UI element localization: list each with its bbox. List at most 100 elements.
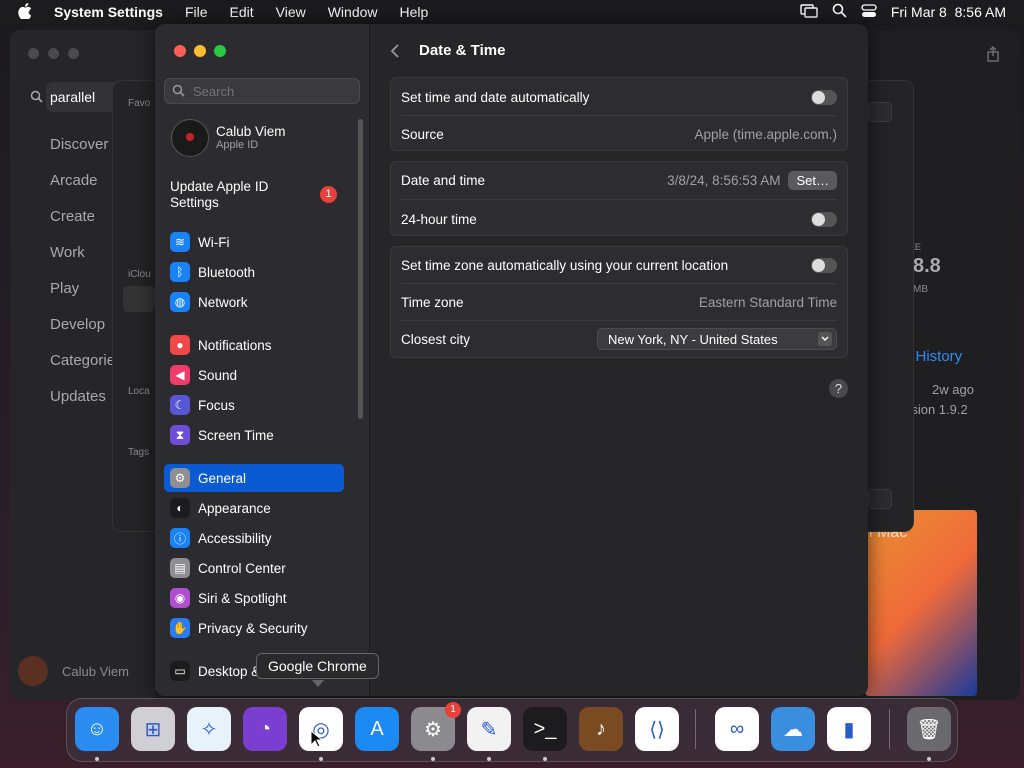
system-settings-icon[interactable]: ⚙ 1 bbox=[411, 702, 461, 751]
bg-nav-create[interactable]: Create bbox=[50, 208, 95, 225]
window-minimize-button[interactable] bbox=[48, 48, 59, 59]
weather-icon[interactable]: ☁ bbox=[771, 707, 815, 751]
menu-bar: System Settings File Edit View Window He… bbox=[0, 0, 1024, 24]
back-chevron-icon[interactable] bbox=[390, 43, 400, 62]
control-center-menu-icon[interactable] bbox=[861, 3, 877, 21]
chevron-down-icon bbox=[818, 332, 832, 346]
trash-icon[interactable]: 🗑 bbox=[907, 707, 951, 751]
sidebar-item-sound[interactable]: ◀ Sound bbox=[164, 361, 344, 389]
firefox-icon[interactable]: ◔ bbox=[243, 707, 287, 751]
help-menu[interactable]: Help bbox=[389, 4, 440, 20]
vscode-icon[interactable]: ⟨⟩ bbox=[635, 707, 679, 751]
tz-auto-toggle[interactable] bbox=[811, 257, 837, 273]
set-auto-label: Set time and date automatically bbox=[401, 89, 590, 105]
window-menu[interactable]: Window bbox=[317, 4, 389, 20]
divider bbox=[401, 199, 837, 200]
zoom-button[interactable] bbox=[214, 45, 226, 57]
source-row: Source Apple (time.apple.com.) bbox=[401, 125, 837, 143]
share-icon[interactable] bbox=[986, 46, 1000, 65]
bg-nav-discover[interactable]: Discover bbox=[50, 136, 108, 153]
apple-menu-icon[interactable] bbox=[0, 2, 43, 22]
app-menu[interactable]: System Settings bbox=[43, 4, 174, 20]
settings-sidebar: Calub Viem Apple ID Update Apple ID Sett… bbox=[155, 24, 370, 696]
sidebar-item-label: Control Center bbox=[198, 560, 286, 576]
system-settings-window: Calub Viem Apple ID Update Apple ID Sett… bbox=[155, 24, 868, 696]
running-indicator bbox=[543, 757, 547, 761]
background-search-value: parallel bbox=[50, 89, 96, 105]
file-menu[interactable]: File bbox=[174, 4, 219, 20]
page-title: Date & Time bbox=[419, 42, 506, 59]
bg-nav-updates[interactable]: Updates bbox=[50, 388, 106, 405]
tooltip-arrow bbox=[312, 680, 324, 687]
garageband-icon[interactable]: ♪ bbox=[579, 707, 623, 751]
size-unit: MB bbox=[913, 284, 928, 295]
sidebar-item-control-center[interactable]: ▤ Control Center bbox=[164, 554, 344, 582]
edit-menu[interactable]: Edit bbox=[219, 4, 265, 20]
parallels-icon[interactable]: ▮ bbox=[827, 707, 871, 751]
spotlight-search-icon[interactable] bbox=[832, 3, 847, 21]
running-indicator bbox=[95, 757, 99, 761]
safari-icon[interactable]: ✧ bbox=[187, 707, 231, 751]
sidebar-item-bluetooth[interactable]: ᛒ Bluetooth bbox=[164, 258, 344, 286]
set-auto-toggle[interactable] bbox=[811, 89, 837, 105]
time-zone-card: Set time zone automatically using your c… bbox=[390, 246, 848, 358]
search-input[interactable] bbox=[191, 83, 355, 100]
update-apple-id-item[interactable]: Update Apple ID Settings bbox=[170, 179, 300, 211]
window-close-button[interactable] bbox=[28, 48, 39, 59]
finder-button[interactable] bbox=[868, 489, 892, 509]
minimize-button[interactable] bbox=[194, 45, 206, 57]
finder-field[interactable] bbox=[868, 102, 892, 122]
sidebar-search[interactable] bbox=[164, 78, 360, 104]
avatar[interactable] bbox=[18, 656, 48, 686]
finder-icon[interactable]: ☺ bbox=[75, 707, 119, 751]
close-button[interactable] bbox=[174, 45, 186, 57]
view-menu[interactable]: View bbox=[265, 4, 317, 20]
sidebar-item-siri-spotlight[interactable]: ◉ Siri & Spotlight bbox=[164, 584, 344, 612]
help-button[interactable]: ? bbox=[829, 379, 848, 398]
running-indicator bbox=[487, 757, 491, 761]
sidebar-item-privacy-security[interactable]: ✋ Privacy & Security bbox=[164, 614, 344, 642]
moon-icon: ☾ bbox=[170, 395, 190, 415]
sidebar-item-general[interactable]: ⚙ General bbox=[164, 464, 344, 492]
divider bbox=[401, 115, 837, 116]
tz-label: Time zone bbox=[401, 294, 464, 310]
screen-mirroring-icon[interactable] bbox=[800, 3, 818, 21]
set-date-time-button[interactable]: Set… bbox=[788, 170, 837, 190]
terminal-icon[interactable]: >_ bbox=[523, 707, 567, 751]
hour24-toggle[interactable] bbox=[811, 211, 837, 227]
sidebar-item-accessibility[interactable]: ⓘ Accessibility bbox=[164, 524, 344, 552]
closest-city-label: Closest city bbox=[401, 331, 471, 347]
source-value: Apple (time.apple.com.) bbox=[694, 126, 837, 142]
divider bbox=[401, 283, 837, 284]
sidebar-item-focus[interactable]: ☾ Focus bbox=[164, 391, 344, 419]
sidebar-item-network[interactable]: ◍ Network bbox=[164, 288, 344, 316]
sidebar-item-appearance[interactable]: ◐ Appearance bbox=[164, 494, 344, 522]
bg-nav-develop[interactable]: Develop bbox=[50, 316, 105, 333]
app-store-icon[interactable]: A bbox=[355, 707, 399, 751]
bg-nav-play[interactable]: Play bbox=[50, 280, 79, 297]
apple-id-avatar[interactable] bbox=[171, 119, 209, 157]
globe-icon: ◍ bbox=[170, 292, 190, 312]
launchpad-icon[interactable]: ⊞ bbox=[131, 707, 175, 751]
sidebar-item-label: Notifications bbox=[198, 337, 272, 353]
accessibility-icon: ⓘ bbox=[170, 528, 190, 548]
sidebar-item-label: Privacy & Security bbox=[198, 620, 308, 636]
app-preview-image: l Mac bbox=[865, 510, 977, 696]
textedit-icon[interactable]: ✎ bbox=[467, 707, 511, 751]
sidebar-item-wi-fi[interactable]: ≋ Wi-Fi bbox=[164, 228, 344, 256]
menu-clock[interactable]: Fri Mar 8 8:56 AM bbox=[891, 4, 1006, 20]
sidebar-item-screen-time[interactable]: ⧗ Screen Time bbox=[164, 421, 344, 449]
locations-section: Loca bbox=[128, 386, 150, 397]
account-subtitle: Apple ID bbox=[216, 139, 259, 151]
source-label: Source bbox=[401, 126, 444, 142]
hourglass-icon: ⧗ bbox=[170, 425, 190, 445]
bg-nav-work[interactable]: Work bbox=[50, 244, 85, 261]
sidebar-item-notifications[interactable]: ● Notifications bbox=[164, 331, 344, 359]
account-name[interactable]: Calub Viem bbox=[216, 124, 286, 139]
visual-studio-icon[interactable]: ∞ bbox=[715, 707, 759, 751]
window-zoom-button[interactable] bbox=[68, 48, 79, 59]
set-auto-row: Set time and date automatically bbox=[401, 88, 837, 106]
closest-city-select[interactable]: New York, NY - United States bbox=[597, 328, 837, 350]
bg-nav-arcade[interactable]: Arcade bbox=[50, 172, 98, 189]
sidebar-scrollbar[interactable] bbox=[358, 119, 363, 419]
